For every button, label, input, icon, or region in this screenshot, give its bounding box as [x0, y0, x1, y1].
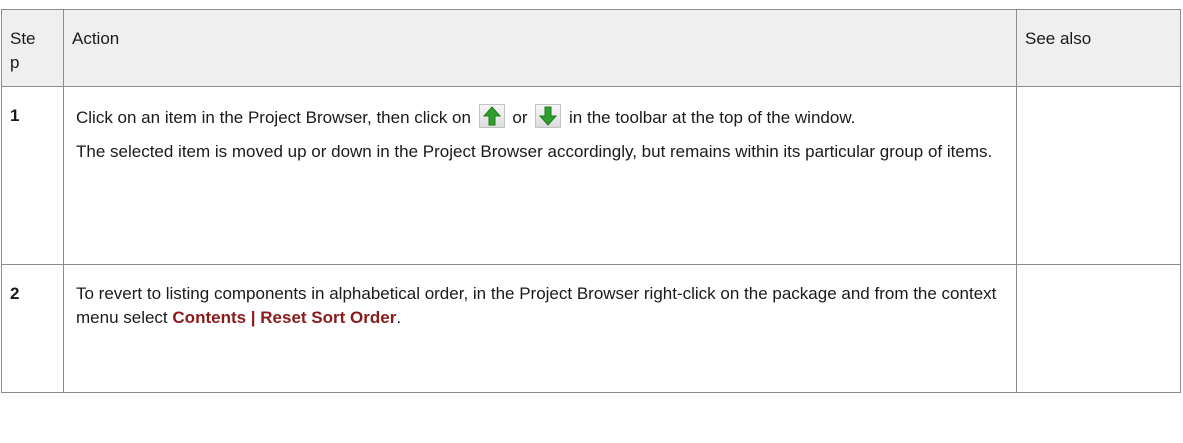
table-row: 2 To revert to listing components in alp… [1, 264, 1181, 393]
move-down-arrow-icon [535, 104, 562, 128]
step-instruction: To revert to listing components in alpha… [76, 282, 1006, 330]
step-result: The selected item is moved up or down in… [76, 142, 993, 161]
move-up-arrow-icon [478, 104, 505, 128]
step-number: 1 [1, 86, 64, 265]
step-see-also [1016, 86, 1181, 265]
step-number: 2 [1, 264, 64, 393]
instruction-text-end: in the toolbar at the top of the window. [569, 108, 856, 127]
instruction-period: . [396, 308, 402, 327]
header-see-also: See also [1016, 9, 1181, 87]
menu-path: Contents | Reset Sort Order [172, 308, 397, 327]
instruction-text-or: or [512, 108, 528, 127]
header-step-label: Step [10, 29, 36, 72]
table-row: 1 Click on an item in the Project Browse… [1, 86, 1181, 265]
header-action: Action [63, 9, 1017, 87]
step-instruction: Click on an item in the Project Browser,… [76, 104, 1006, 130]
step-action: To revert to listing components in alpha… [63, 264, 1017, 393]
header-step: Step [1, 9, 64, 87]
step-action: Click on an item in the Project Browser,… [63, 86, 1017, 265]
step-see-also [1016, 264, 1181, 393]
table-header-row: Step Action See also [1, 9, 1181, 87]
procedure-table: Step Action See also 1 Click on an item … [1, 9, 1181, 393]
instruction-text-start: Click on an item in the Project Browser,… [76, 108, 471, 127]
